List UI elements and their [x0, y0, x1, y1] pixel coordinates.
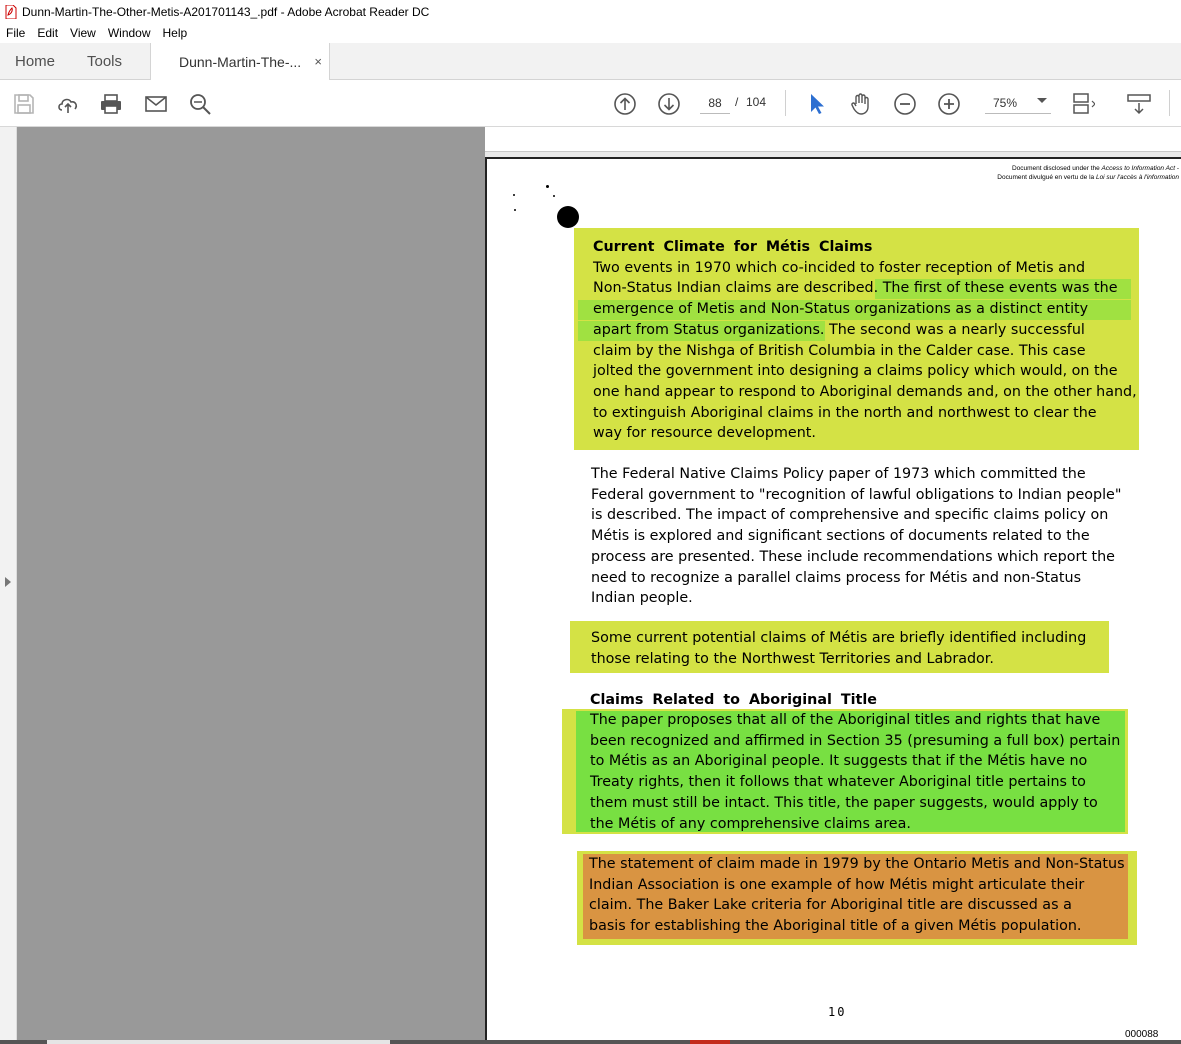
text-line: Two events in 1970 which co-incided to f… [593, 259, 1086, 276]
page-up-icon[interactable] [613, 92, 637, 116]
text-line: Treaty rights, then it follows that what… [590, 774, 1086, 791]
zoom-in-icon[interactable] [937, 92, 961, 116]
left-panel-collapsed [0, 127, 17, 1040]
menu-help[interactable]: Help [157, 26, 194, 40]
heading-aboriginal-title: Claims Related to Aboriginal Title [590, 692, 877, 708]
heading-current-climate: Current Climate for Métis Claims [593, 239, 873, 255]
mail-icon[interactable] [144, 92, 168, 116]
select-cursor-icon[interactable] [805, 92, 829, 116]
save-icon[interactable] [12, 92, 36, 116]
text-line: claim by the Nishga of British Columbia … [593, 342, 1086, 359]
text-line: is described. The impact of comprehensiv… [591, 507, 1109, 524]
scan-speck [513, 194, 515, 196]
tab-bar: Home Tools Dunn-Martin-The-... × [0, 43, 1181, 81]
section-ontario-claim-text: The statement of claim made in 1979 by t… [589, 854, 1134, 937]
page-number: 10 [828, 1005, 847, 1019]
menu-file[interactable]: File [0, 26, 31, 40]
document-page-id: 000088 [1125, 1029, 1159, 1040]
tab-document[interactable]: Dunn-Martin-The-... × [150, 43, 330, 81]
text-line: apart from Status organizations. The sec… [593, 321, 1085, 338]
upload-icon[interactable] [56, 92, 80, 116]
scroll-mode-icon[interactable] [1127, 92, 1151, 116]
text-line: process are presented. These include rec… [591, 548, 1115, 565]
text-line: The paper proposes that all of the Abori… [590, 712, 1101, 728]
taskbar-indicator [690, 1040, 730, 1044]
pdf-page: Document disclosed under the Access to I… [485, 157, 1181, 1040]
section-current-climate-text: Current Climate for Métis Claims Two eve… [593, 237, 1138, 444]
text-line: Métis is explored and significant sectio… [591, 528, 1090, 545]
text-line: one hand appear to respond to Aboriginal… [593, 383, 1137, 400]
hand-icon[interactable] [849, 92, 873, 116]
section-potential-claims-text: Some current potential claims of Métis a… [591, 628, 1111, 669]
text-line: Indian people. [591, 590, 693, 607]
text-line: those relating to the Northwest Territor… [591, 650, 994, 667]
text-line: emergence of Metis and Non-Status organi… [593, 301, 1089, 318]
page-number-input[interactable]: 88 [700, 92, 730, 114]
disclosure-notice: Document disclosed under the Access to I… [997, 165, 1179, 181]
section-federal-policy-text: The Federal Native Claims Policy paper o… [591, 464, 1136, 609]
tab-tools[interactable]: Tools [87, 43, 122, 80]
text-line: The statement of claim made in 1979 by t… [589, 856, 1125, 872]
text-line: basis for establishing the Aboriginal ti… [589, 918, 1082, 935]
document-viewer-background [17, 127, 485, 1040]
text-line: been recognized and affirmed in Section … [590, 732, 1121, 749]
search-zoom-icon[interactable] [188, 92, 212, 116]
text-line: Some current potential claims of Métis a… [591, 630, 1087, 646]
section-aboriginal-title-text: The paper proposes that all of the Abori… [590, 710, 1130, 834]
page-total: 104 [746, 95, 767, 109]
text-line: way for resource development. [593, 425, 816, 442]
text-line: to Métis as an Aboriginal people. It sug… [590, 753, 1088, 770]
tab-home[interactable]: Home [15, 43, 55, 80]
menu-bar: File Edit View Window Help [0, 23, 1181, 43]
acrobat-pdf-icon [5, 4, 17, 19]
scan-speck [553, 195, 555, 197]
toolbar-divider [785, 90, 786, 116]
text-line: The Federal Native Claims Policy paper o… [591, 466, 1086, 482]
close-tab-icon[interactable]: × [314, 54, 322, 69]
text-line: claim. The Baker Lake criteria for Abori… [589, 897, 1072, 914]
fit-page-icon[interactable] [1071, 92, 1096, 116]
tab-document-label: Dunn-Martin-The-... [179, 54, 302, 70]
scan-speck [546, 185, 549, 188]
window-titlebar: Dunn-Martin-The-Other-Metis-A201701143_.… [0, 0, 1181, 23]
scan-hole-mark [557, 206, 579, 228]
print-icon[interactable] [99, 92, 123, 116]
text-line: Indian Association is one example of how… [589, 876, 1085, 893]
menu-edit[interactable]: Edit [31, 26, 64, 40]
page-down-icon[interactable] [657, 92, 681, 116]
page-separator: / [735, 95, 739, 109]
text-line: need to recognize a parallel claims proc… [591, 569, 1082, 586]
zoom-value: 75% [993, 95, 1018, 110]
menu-window[interactable]: Window [102, 26, 157, 40]
text-line: Non-Status Indian claims are described. … [593, 280, 1118, 297]
text-line: jolted the government into designing a c… [593, 363, 1118, 380]
document-viewer[interactable]: Document disclosed under the Access to I… [485, 127, 1181, 1040]
text-line: Federal government to "recognition of la… [591, 486, 1122, 503]
horizontal-scrollbar-thumb[interactable] [47, 1040, 390, 1044]
toolbar-divider [1169, 90, 1170, 116]
taskbar-strip [0, 1040, 1181, 1044]
text-line: them must still be intact. This title, t… [590, 794, 1098, 811]
chevron-down-icon [1037, 98, 1047, 103]
menu-view[interactable]: View [64, 26, 102, 40]
zoom-dropdown[interactable]: 75% [985, 92, 1051, 114]
text-line: the Métis of any comprehensive claims ar… [590, 815, 911, 832]
zoom-out-icon[interactable] [893, 92, 917, 116]
scan-speck [514, 209, 516, 211]
text-line: to extinguish Aboriginal claims in the n… [593, 404, 1097, 421]
expand-panel-icon[interactable] [5, 577, 11, 587]
window-title: Dunn-Martin-The-Other-Metis-A201701143_.… [22, 4, 430, 19]
